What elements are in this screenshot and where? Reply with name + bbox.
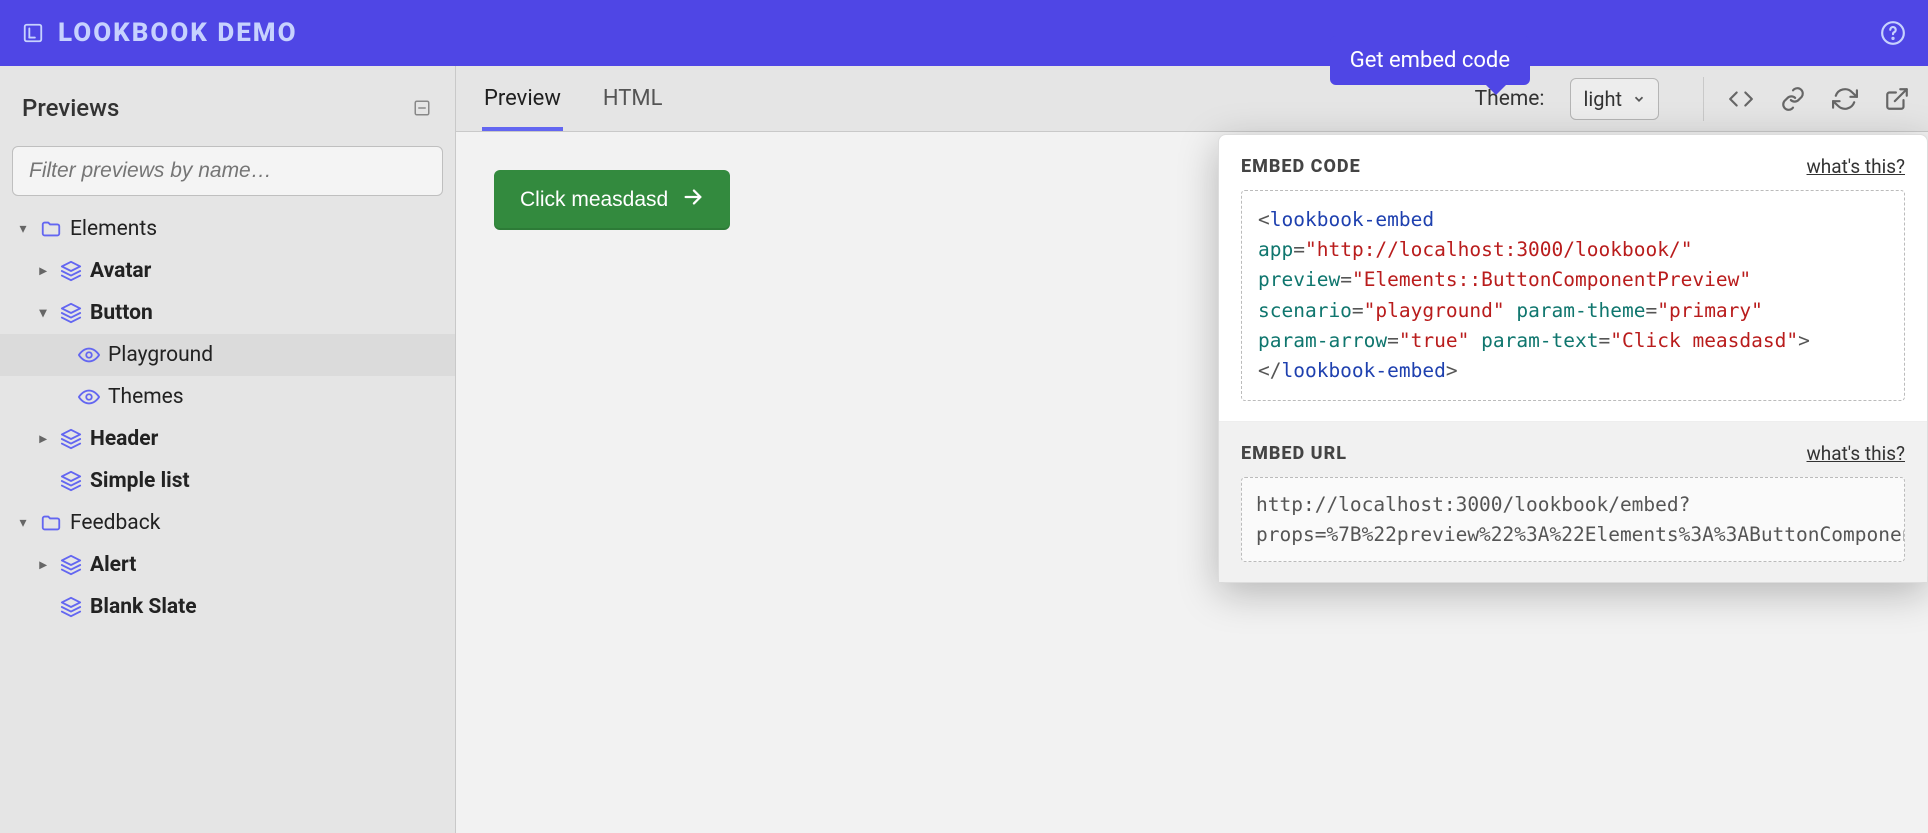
sidebar-title: Previews xyxy=(22,94,119,122)
tree-label: Alert xyxy=(90,553,136,577)
whats-this-link[interactable]: what's this? xyxy=(1807,442,1905,465)
tree-component-avatar[interactable]: ▸ Avatar xyxy=(0,250,455,292)
preview-demo-button[interactable]: Click measdasd xyxy=(494,170,730,230)
theme-value: light xyxy=(1583,87,1622,111)
eye-icon xyxy=(78,344,100,366)
filter-previews-input[interactable] xyxy=(12,146,443,196)
layers-icon xyxy=(60,302,82,324)
chevron-right-icon: ▸ xyxy=(34,557,52,573)
copy-link-button[interactable] xyxy=(1780,86,1806,112)
refresh-button[interactable] xyxy=(1832,86,1858,112)
preview-toolbar: Preview HTML Theme: light Get embed code xyxy=(456,66,1928,132)
chevron-right-icon: ▸ xyxy=(34,431,52,447)
whats-this-link[interactable]: what's this? xyxy=(1807,155,1905,178)
embed-code-tooltip: Get embed code xyxy=(1330,36,1530,85)
tree-label: Header xyxy=(90,427,158,451)
tab-preview[interactable]: Preview xyxy=(484,66,561,131)
chevron-down-icon: ▾ xyxy=(14,515,32,531)
chevron-right-icon: ▸ xyxy=(34,263,52,279)
chevron-down-icon: ▾ xyxy=(14,221,32,237)
tree-label: Blank Slate xyxy=(90,595,197,619)
embed-url-title: EMBED URL xyxy=(1241,443,1347,464)
embed-popover: EMBED CODE what's this? <lookbook-embed … xyxy=(1218,134,1928,583)
embed-code-title: EMBED CODE xyxy=(1241,156,1361,177)
tree-label: Playground xyxy=(108,343,213,367)
layers-icon xyxy=(60,554,82,576)
folder-icon xyxy=(40,218,62,240)
embed-code-box[interactable]: <lookbook-embed app="http://localhost:30… xyxy=(1241,190,1905,401)
tree-component-simplelist[interactable]: ▸ Simple list xyxy=(0,460,455,502)
tab-html[interactable]: HTML xyxy=(603,66,663,131)
preview-tree: ▾ Elements ▸ Avatar ▾ Button xyxy=(0,206,455,630)
demo-button-label: Click measdasd xyxy=(520,188,668,212)
tree-folder-elements[interactable]: ▾ Elements xyxy=(0,208,455,250)
tree-scenario-themes[interactable]: Themes xyxy=(0,376,455,418)
tree-label: Themes xyxy=(108,385,184,409)
preview-area: Click measdasd EMBED CODE what's this? <… xyxy=(456,132,1928,833)
brand-title: LOOKBOOK DEMO xyxy=(58,18,298,48)
tree-component-header[interactable]: ▸ Header xyxy=(0,418,455,460)
arrow-right-icon xyxy=(682,186,704,214)
chevron-down-icon xyxy=(1632,87,1646,111)
collapse-sidebar-icon[interactable] xyxy=(411,97,433,119)
tree-label: Simple list xyxy=(90,469,190,493)
chevron-down-icon: ▾ xyxy=(34,305,52,321)
brand[interactable]: LOOKBOOK DEMO xyxy=(22,18,298,48)
tree-label: Feedback xyxy=(70,511,160,535)
tree-component-button[interactable]: ▾ Button xyxy=(0,292,455,334)
tree-label: Avatar xyxy=(90,259,151,283)
tree-label: Elements xyxy=(70,217,157,241)
help-icon[interactable] xyxy=(1880,20,1906,46)
layers-icon xyxy=(60,428,82,450)
embed-code-button[interactable]: Get embed code xyxy=(1728,86,1754,112)
tree-component-blankslate[interactable]: ▸ Blank Slate xyxy=(0,586,455,628)
tree-scenario-playground[interactable]: Playground xyxy=(0,334,455,376)
embed-url-box[interactable]: http://localhost:3000/lookbook/embed?pro… xyxy=(1241,477,1905,562)
tree-component-alert[interactable]: ▸ Alert xyxy=(0,544,455,586)
theme-select[interactable]: light xyxy=(1570,78,1659,120)
sidebar: Previews ▾ Elements ▸ Avatar xyxy=(0,66,456,833)
eye-icon xyxy=(78,386,100,408)
layers-icon xyxy=(60,470,82,492)
logo-icon xyxy=(22,22,44,44)
tree-folder-feedback[interactable]: ▾ Feedback xyxy=(0,502,455,544)
layers-icon xyxy=(60,596,82,618)
folder-icon xyxy=(40,512,62,534)
tree-label: Button xyxy=(90,301,153,325)
content-panel: Preview HTML Theme: light Get embed code xyxy=(456,66,1928,833)
layers-icon xyxy=(60,260,82,282)
open-external-button[interactable] xyxy=(1884,86,1910,112)
